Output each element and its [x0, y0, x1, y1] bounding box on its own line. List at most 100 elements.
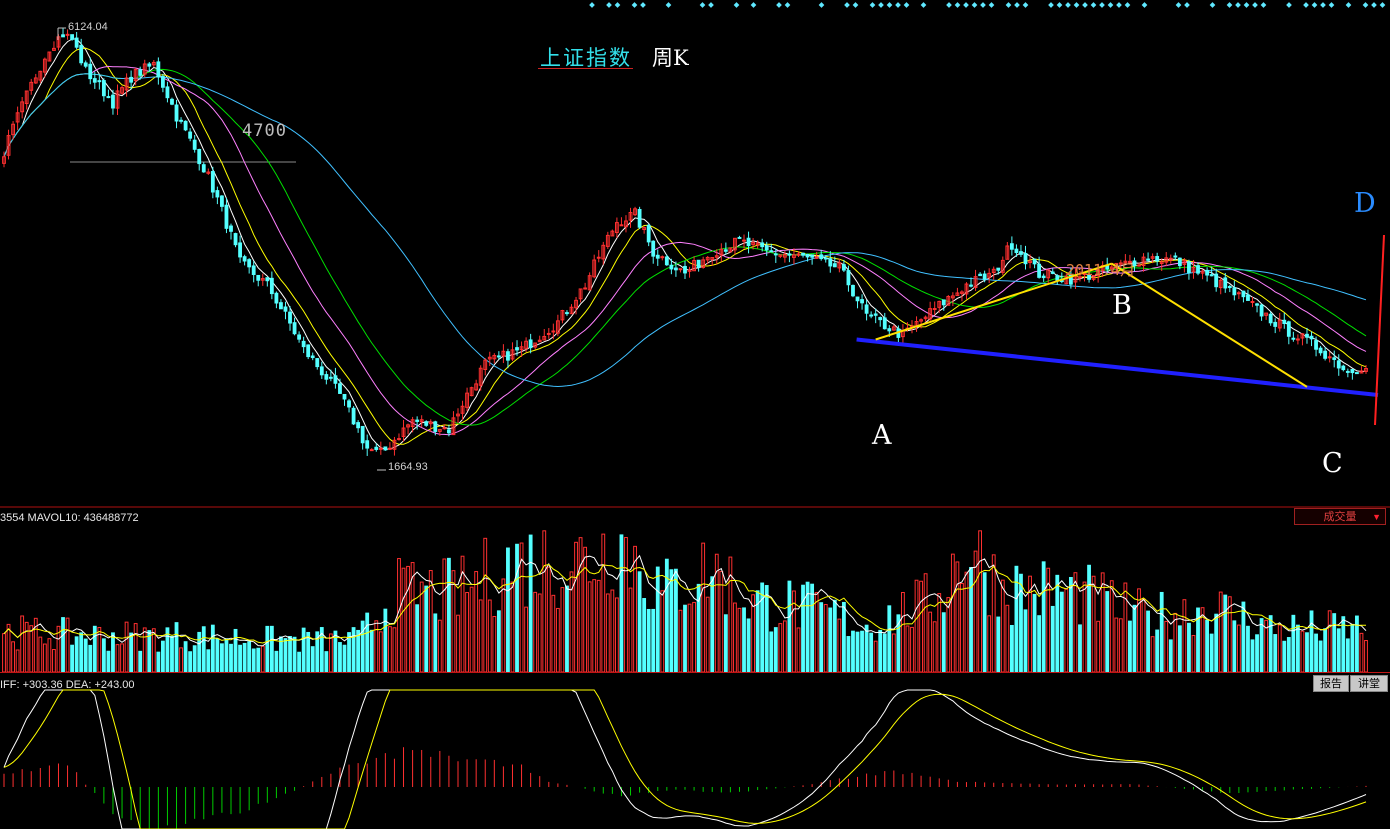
- candle-down: [1187, 261, 1191, 273]
- signal-dot: [844, 2, 850, 8]
- signal-dot: [708, 2, 714, 8]
- volume-bar-up: [151, 628, 156, 673]
- volume-bar-down: [1250, 639, 1255, 673]
- index-name-underline: [538, 68, 633, 69]
- volume-bar-up: [492, 615, 497, 673]
- volume-bar-down: [683, 604, 687, 673]
- candle-down: [283, 306, 288, 312]
- candle-down: [787, 253, 792, 256]
- volume-bar-down: [642, 598, 647, 673]
- volume-bar-up: [124, 621, 129, 673]
- candle-down: [179, 119, 183, 122]
- signal-dot: [589, 2, 595, 8]
- volume-bar-down: [265, 625, 270, 673]
- candle-up: [678, 268, 683, 271]
- lecture-button[interactable]: 讲堂: [1350, 675, 1388, 692]
- candle-up: [1327, 356, 1332, 359]
- volume-bar-down: [369, 629, 374, 673]
- volume-bar-down: [1032, 593, 1037, 673]
- volume-bar-up: [937, 593, 942, 673]
- volume-bar-down: [1232, 620, 1237, 673]
- candle-down: [506, 351, 510, 361]
- volume-bar-up: [510, 581, 515, 673]
- report-button[interactable]: 报告: [1313, 675, 1349, 692]
- candle-down: [683, 265, 687, 274]
- volume-bars: [2, 530, 1368, 673]
- signal-dot: [784, 2, 791, 8]
- signal-dot: [1073, 2, 1080, 8]
- volume-bar-up: [20, 615, 25, 673]
- volume-bar-up: [1096, 620, 1101, 673]
- candle-down: [873, 313, 878, 316]
- signal-dot: [1099, 2, 1105, 8]
- volume-bar-down: [855, 631, 860, 673]
- candlestick-series: [2, 28, 1368, 456]
- signal-dot: [1175, 2, 1182, 8]
- volume-bar-down: [819, 602, 824, 673]
- signal-dot: [1286, 2, 1292, 8]
- candle-down: [210, 171, 215, 193]
- candle-down: [88, 63, 93, 80]
- candle-down: [737, 236, 742, 239]
- volume-bar-up: [533, 591, 538, 673]
- volume-bar-down: [61, 617, 65, 673]
- signal-dot: [640, 2, 646, 8]
- volume-bar-up: [1182, 599, 1187, 673]
- candle-down: [801, 252, 805, 256]
- candle-down: [1246, 294, 1250, 301]
- volume-bar-down: [183, 641, 188, 673]
- candle-down: [941, 299, 946, 306]
- volume-bar-down: [1187, 622, 1191, 673]
- signal-dot: [1184, 2, 1190, 8]
- candle-up: [397, 438, 401, 441]
- candle-down: [1173, 255, 1178, 258]
- volume-bar-up: [378, 631, 383, 673]
- signal-dot: [903, 2, 910, 8]
- volume-bar-up: [574, 541, 578, 673]
- signal-dot: [971, 2, 978, 8]
- candle-down: [1009, 243, 1014, 250]
- volume-bar-up: [1218, 591, 1223, 673]
- volume-bar-up: [1073, 572, 1078, 673]
- candle-up: [1236, 292, 1241, 295]
- volume-bar-up: [442, 558, 447, 673]
- chevron-down-icon: ▼: [1372, 512, 1381, 522]
- candle-down: [288, 311, 292, 324]
- volume-bar-down: [356, 629, 361, 673]
- candle-down: [301, 340, 306, 348]
- volume-bar-up: [624, 537, 628, 673]
- volume-bar-down: [192, 645, 197, 673]
- volume-bar-up: [782, 620, 787, 673]
- volume-bar-up: [406, 565, 410, 673]
- volume-bar-down: [383, 608, 388, 673]
- volume-bar-up: [705, 596, 710, 673]
- volume-bar-up: [823, 604, 828, 673]
- volume-bar-up: [560, 587, 565, 673]
- indicator-selector[interactable]: 成交量 ▼: [1294, 508, 1386, 525]
- signal-dot: [1090, 2, 1097, 8]
- volume-bar-down: [365, 612, 370, 673]
- volume-bar-up: [919, 580, 923, 673]
- candle-down: [342, 393, 347, 400]
- volume-bar-down: [1345, 638, 1350, 673]
- candle-down: [1223, 277, 1228, 289]
- volume-bar-down: [860, 630, 864, 673]
- volume-bar-down: [1286, 637, 1291, 673]
- candle-down: [1205, 269, 1210, 276]
- candle-down: [1314, 340, 1318, 350]
- volume-bar-down: [233, 628, 238, 673]
- volume-bar-up: [910, 626, 914, 673]
- candle-up: [583, 287, 588, 290]
- candle-down: [1177, 257, 1182, 267]
- candle-down: [328, 376, 333, 379]
- moving-average-lines: [3, 38, 1367, 450]
- volume-bar-up: [583, 546, 588, 673]
- volume-bar-up: [978, 530, 983, 673]
- volume-bar-down: [297, 651, 302, 673]
- signal-dot: [920, 2, 927, 8]
- candle-down: [773, 253, 778, 256]
- candle-down: [646, 224, 651, 243]
- candle-down: [996, 267, 1001, 271]
- volume-bar-down: [1209, 633, 1214, 673]
- volume-bar-down: [79, 632, 84, 673]
